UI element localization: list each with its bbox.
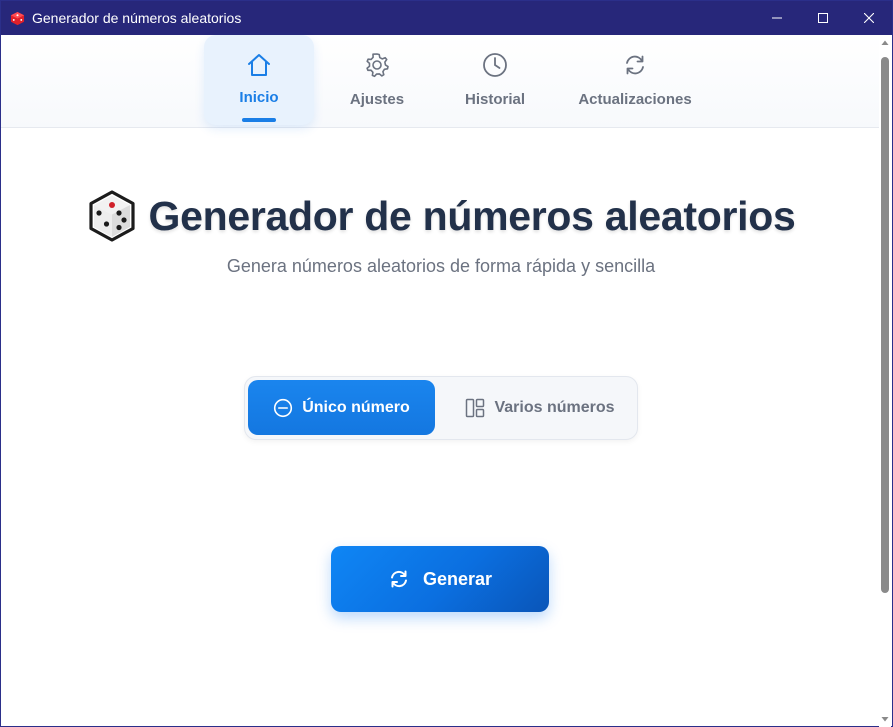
minus-circle-icon [274,398,293,417]
multiple-numbers-option[interactable]: Varios números [445,380,635,435]
vertical-scrollbar[interactable] [879,35,891,727]
active-tab-indicator [242,118,276,122]
generate-button[interactable]: Generar [331,546,549,612]
maximize-icon [818,13,828,23]
tab-ajustes[interactable]: Ajustes [337,35,417,128]
scroll-up-icon [881,40,889,45]
tab-inicio[interactable]: Inicio [204,35,314,125]
single-number-option[interactable]: Único número [248,380,435,435]
top-navigation: Inicio Ajustes Historial Actualizaciones [1,35,879,128]
scrollbar-thumb[interactable] [881,57,889,593]
close-button[interactable] [846,1,892,35]
refresh-icon [390,570,407,588]
window-title: Generador de números aleatorios [32,10,242,26]
dice-icon [87,189,137,243]
clock-icon [481,51,509,79]
minimize-icon [772,17,782,19]
minimize-button[interactable] [754,1,800,35]
single-number-label: Único número [302,398,410,416]
home-icon [245,51,273,79]
app-window: Generador de números aleatorios Inicio A… [0,0,893,727]
tab-label: Historial [464,91,525,108]
close-icon [864,13,874,23]
tab-actualizaciones[interactable]: Actualizaciones [573,35,697,128]
gear-icon [363,51,391,79]
maximize-button[interactable] [800,1,846,35]
title-bar[interactable]: Generador de números aleatorios [1,1,892,35]
page-title: Generador de números aleatorios [148,192,796,239]
page-heading: Generador de números aleatorios [1,189,881,243]
mode-selector: Único número Varios números [244,376,638,440]
tab-label: Inicio [239,89,279,106]
generate-label: Generar [422,568,493,589]
window-controls [754,1,892,35]
page-subtitle: Genera números aleatorios de forma rápid… [226,256,656,276]
tab-label: Ajustes [349,91,405,108]
grid-layout-icon [466,398,485,417]
multiple-numbers-label: Varios números [494,398,615,416]
dice-app-icon [9,10,25,26]
scroll-down-icon [881,717,889,722]
tab-label: Actualizaciones [578,91,692,108]
tab-historial[interactable]: Historial [453,35,537,128]
refresh-icon [621,51,649,79]
